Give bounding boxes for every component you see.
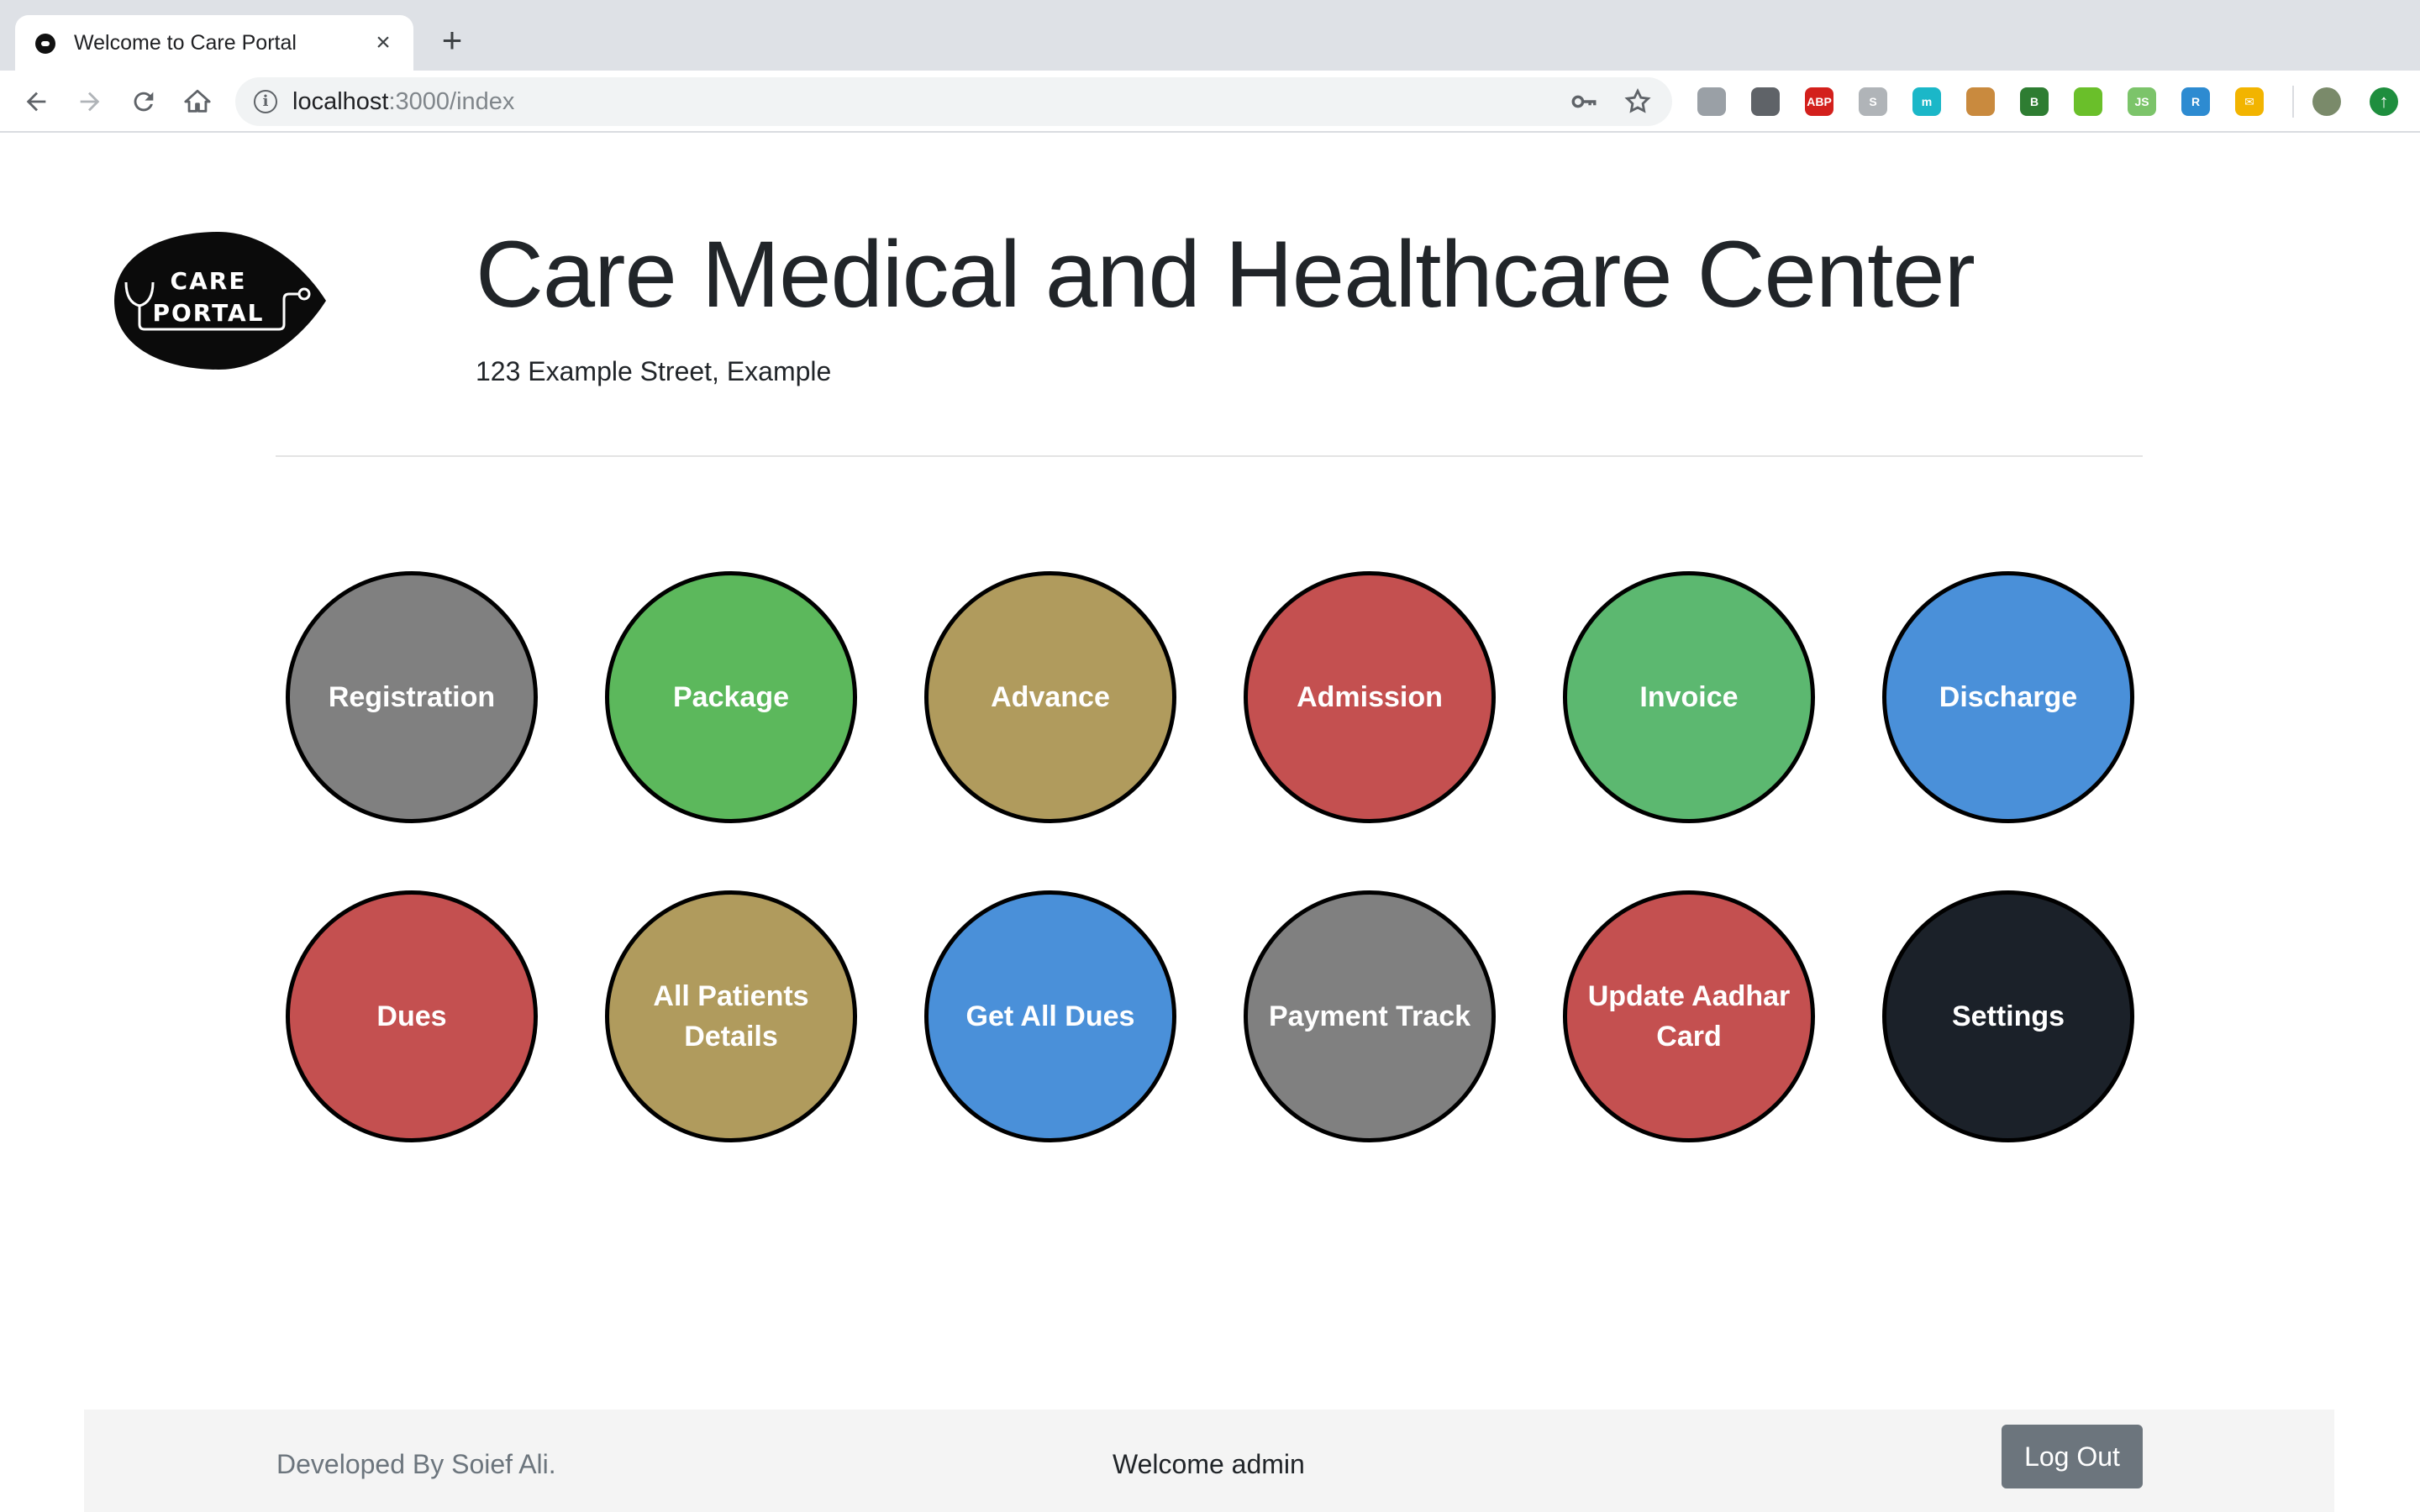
- forward-icon[interactable]: [71, 82, 109, 121]
- welcome-message: Welcome admin: [1113, 1449, 1305, 1479]
- extension-b-icon[interactable]: B: [2020, 87, 2049, 116]
- invoice-label: Invoice: [1639, 681, 1739, 713]
- mail-icon[interactable]: ✉: [2235, 87, 2264, 116]
- skype-icon[interactable]: S: [1859, 87, 1887, 116]
- extension-teal-icon[interactable]: m: [1912, 87, 1941, 116]
- url-host: localhost: [292, 88, 389, 115]
- key-icon[interactable]: [1570, 87, 1598, 116]
- close-tab-icon[interactable]: ×: [368, 28, 398, 58]
- page-title: Care Medical and Healthcare Center: [476, 222, 1975, 327]
- settings-button[interactable]: Settings: [1882, 890, 2134, 1142]
- package-label: Package: [673, 681, 789, 713]
- update-icon[interactable]: ↑: [2370, 87, 2398, 116]
- admission-label: Admission: [1297, 681, 1443, 713]
- all-patients-details-label: All Patients Details: [653, 980, 809, 1053]
- logo-text-portal: PORTAL: [152, 299, 264, 327]
- extension-js-icon[interactable]: JS: [2128, 87, 2156, 116]
- footer: Developed By Soief Ali. Welcome admin Lo…: [84, 1410, 2334, 1512]
- adblock-plus-icon[interactable]: ABP: [1805, 87, 1833, 116]
- new-tab-icon[interactable]: +: [434, 23, 471, 60]
- bookmark-star-icon[interactable]: [1623, 87, 1652, 116]
- cookie-icon[interactable]: [1966, 87, 1995, 116]
- extension-gray-icon[interactable]: [1697, 87, 1726, 116]
- center-address: 123 Example Street, Example: [476, 356, 832, 386]
- url-text: localhost:3000/index: [292, 87, 514, 116]
- all-patients-details-button[interactable]: All Patients Details: [605, 890, 857, 1142]
- payment-track-label: Payment Track: [1268, 1000, 1471, 1032]
- reload-icon[interactable]: [124, 82, 163, 121]
- invoice-button[interactable]: Invoice: [1563, 571, 1815, 823]
- extension-lightbulb-icon[interactable]: [1751, 87, 1780, 116]
- get-all-dues-button[interactable]: Get All Dues: [924, 890, 1176, 1142]
- update-aadhar-card-label: Update Aadhar Card: [1587, 980, 1791, 1053]
- address-bar[interactable]: i localhost:3000/index: [235, 77, 1672, 126]
- toolbar-separator: [2292, 86, 2294, 118]
- tab-title: Welcome to Care Portal: [74, 31, 297, 55]
- admission-button[interactable]: Admission: [1244, 571, 1496, 823]
- payment-track-button[interactable]: Payment Track: [1244, 890, 1496, 1142]
- discharge-button[interactable]: Discharge: [1882, 571, 2134, 823]
- browser-tab-strip: Welcome to Care Portal × +: [0, 0, 2420, 71]
- care-portal-logo: CARE PORTAL: [111, 230, 328, 371]
- back-icon[interactable]: [17, 82, 55, 121]
- extension-green-hex-icon[interactable]: [2074, 87, 2102, 116]
- logo-text-care: CARE: [171, 267, 247, 295]
- site-info-icon[interactable]: i: [254, 90, 277, 113]
- settings-label: Settings: [1951, 1000, 2065, 1032]
- advance-button[interactable]: Advance: [924, 571, 1176, 823]
- extension-r-icon[interactable]: R: [2181, 87, 2210, 116]
- header-divider: [276, 455, 2143, 457]
- browser-toolbar: i localhost:3000/index ABP Sm B JS R ✉ ↑: [0, 71, 2420, 133]
- developer-credit: Developed By Soief Ali.: [276, 1449, 556, 1479]
- logout-button[interactable]: Log Out: [2002, 1425, 2143, 1488]
- dues-button[interactable]: Dues: [286, 890, 538, 1142]
- profile-avatar[interactable]: [2312, 87, 2341, 116]
- get-all-dues-label: Get All Dues: [965, 1000, 1135, 1032]
- browser-tab[interactable]: Welcome to Care Portal ×: [15, 15, 413, 71]
- package-button[interactable]: Package: [605, 571, 857, 823]
- home-icon[interactable]: [178, 82, 217, 121]
- advance-label: Advance: [991, 681, 1110, 713]
- url-path: :3000/index: [388, 88, 515, 115]
- registration-label: Registration: [328, 681, 496, 713]
- update-aadhar-card-button[interactable]: Update Aadhar Card: [1563, 890, 1815, 1142]
- tab-favicon-icon: [35, 34, 55, 54]
- dues-label: Dues: [376, 1000, 447, 1032]
- registration-button[interactable]: Registration: [286, 571, 538, 823]
- discharge-label: Discharge: [1939, 681, 2078, 713]
